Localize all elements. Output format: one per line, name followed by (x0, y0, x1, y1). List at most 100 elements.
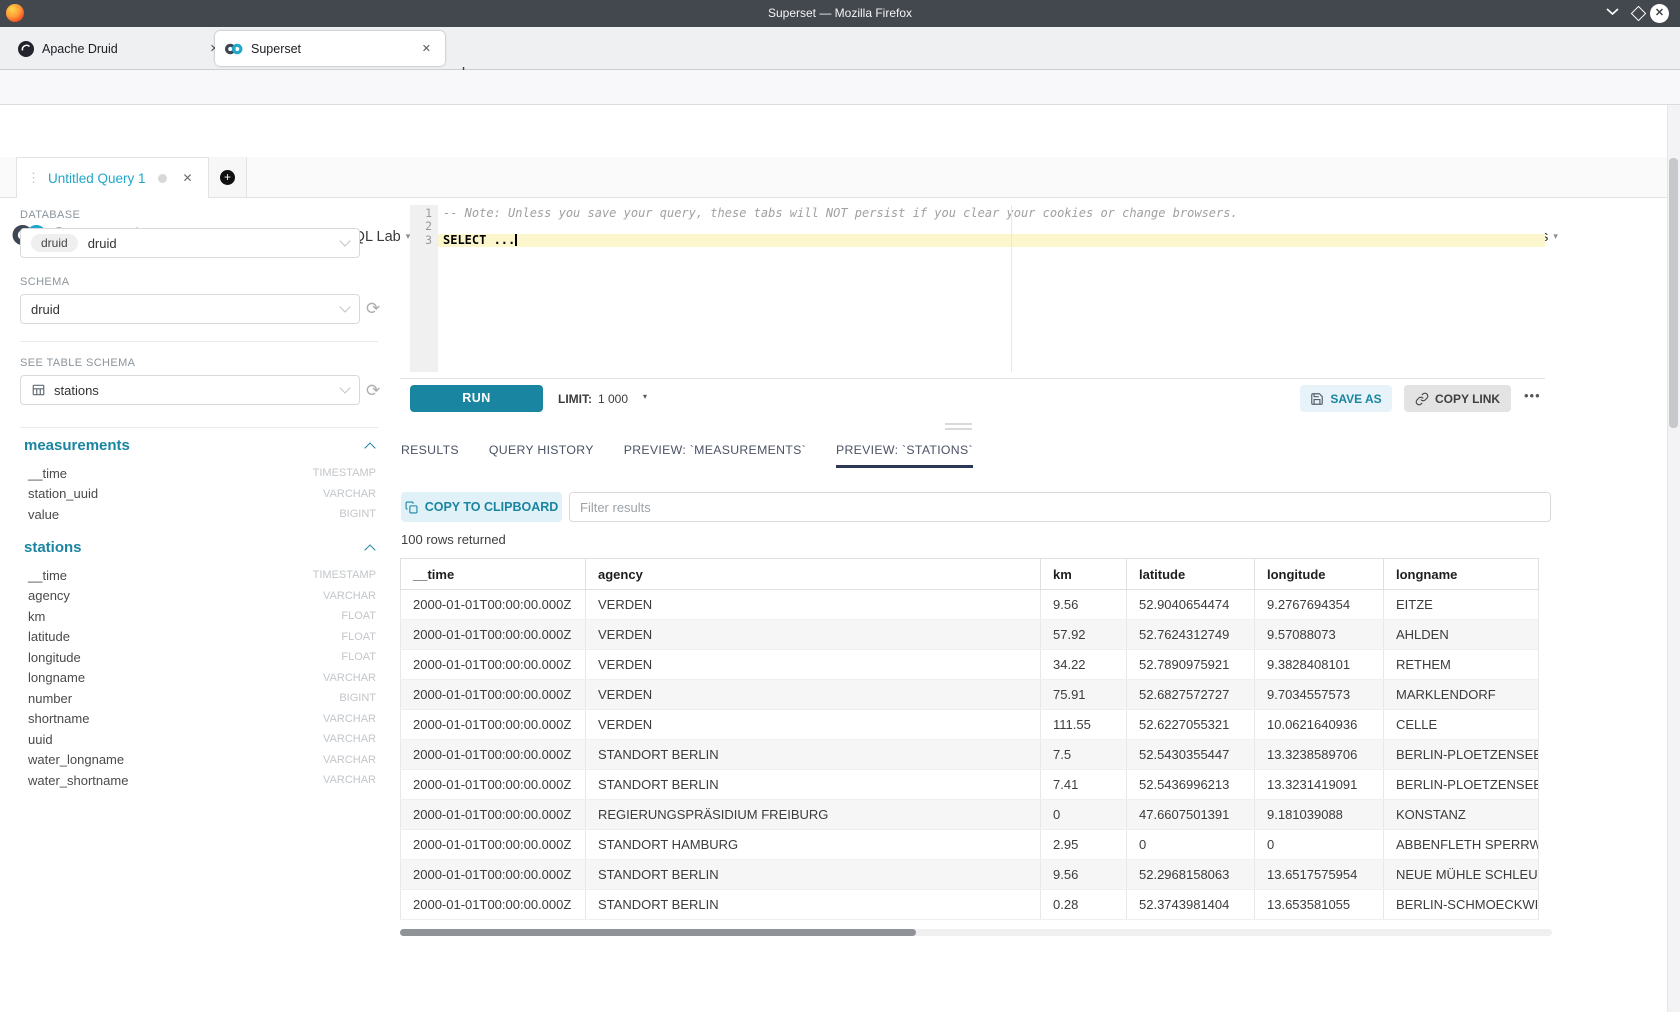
collapse-chevron-icon[interactable] (364, 544, 375, 555)
table-row[interactable]: 2000-01-01T00:00:00.000Z VERDEN 75.91 52… (401, 680, 1539, 710)
column-row: station_uuid VARCHAR (28, 484, 376, 505)
tab-preview-measurements[interactable]: PREVIEW: `MEASUREMENTS` (624, 443, 806, 468)
druid-favicon-icon (18, 41, 34, 57)
cell-longitude: 13.653581055 (1255, 890, 1384, 920)
tab-results[interactable]: RESULTS (401, 443, 459, 468)
table-row[interactable]: 2000-01-01T00:00:00.000Z STANDORT BERLIN… (401, 770, 1539, 800)
column-header[interactable]: longname (1384, 559, 1539, 590)
column-type: VARCHAR (323, 733, 376, 745)
column-name: station_uuid (28, 486, 98, 501)
sidebar-divider (20, 427, 378, 428)
table-row[interactable]: 2000-01-01T00:00:00.000Z VERDEN 9.56 52.… (401, 590, 1539, 620)
query-tab-title[interactable]: Untitled Query 1 (48, 171, 146, 186)
line-number: 1 (410, 207, 438, 220)
cell-time: 2000-01-01T00:00:00.000Z (401, 740, 586, 770)
cell-latitude: 0 (1127, 830, 1255, 860)
query-tab-close-icon[interactable]: ✕ (183, 171, 193, 185)
cell-longname: KONSTANZ (1384, 800, 1539, 830)
table-section-stations[interactable]: stations (24, 539, 82, 556)
table-row[interactable]: 2000-01-01T00:00:00.000Z VERDEN 57.92 52… (401, 620, 1539, 650)
column-type: VARCHAR (323, 672, 376, 684)
save-as-button[interactable]: SAVE AS (1300, 385, 1392, 412)
drag-handle-icon[interactable]: ⋮ (27, 170, 40, 186)
cell-longitude: 13.6517575954 (1255, 860, 1384, 890)
sql-comment-line: -- Note: Unless you save your query, the… (438, 207, 1545, 220)
stations-columns: __time TIMESTAMP agency VARCHAR km FLOAT… (28, 565, 376, 791)
cell-latitude: 52.5436996213 (1127, 770, 1255, 800)
table-row[interactable]: 2000-01-01T00:00:00.000Z REGIERUNGSPRÄSI… (401, 800, 1539, 830)
cell-time: 2000-01-01T00:00:00.000Z (401, 680, 586, 710)
filter-results-input[interactable] (569, 492, 1551, 522)
pane-splitter[interactable] (945, 423, 972, 433)
line-number: 3 (410, 234, 438, 247)
rows-returned-text: 100 rows returned (401, 532, 506, 547)
cell-km: 57.92 (1041, 620, 1127, 650)
cell-km: 7.41 (1041, 770, 1127, 800)
table-row[interactable]: 2000-01-01T00:00:00.000Z STANDORT BERLIN… (401, 890, 1539, 920)
horizontal-scrollbar-thumb[interactable] (400, 929, 916, 936)
copy-link-button[interactable]: COPY LINK (1404, 385, 1511, 412)
column-header[interactable]: agency (586, 559, 1041, 590)
browser-toolbar: ← → 172.18.0.4:32251/superset/sqllab/ ☆ … (0, 70, 1680, 105)
column-type: VARCHAR (323, 754, 376, 766)
query-tabstrip: ⋮ Untitled Query 1 ✕ + (0, 157, 1680, 198)
window-close-icon[interactable]: ✕ (1650, 4, 1669, 23)
run-button[interactable]: RUN (410, 385, 543, 412)
cell-agency: STANDORT BERLIN (586, 890, 1041, 920)
table-section-measurements[interactable]: measurements (24, 437, 130, 454)
refresh-schema-icon[interactable]: ⟳ (366, 300, 380, 317)
column-type: FLOAT (341, 651, 376, 663)
more-options-icon[interactable]: ••• (1524, 388, 1541, 403)
new-query-tab-button[interactable]: + (209, 157, 247, 197)
column-header[interactable]: km (1041, 559, 1127, 590)
column-row: number BIGINT (28, 688, 376, 709)
results-table: __timeagencykmlatitudelongitudelongname … (400, 558, 1539, 920)
copy-to-clipboard-button[interactable]: COPY TO CLIPBOARD (401, 492, 562, 522)
cell-time: 2000-01-01T00:00:00.000Z (401, 860, 586, 890)
browser-tab-superset[interactable]: Superset ✕ (215, 31, 445, 66)
cell-longitude: 9.2767694354 (1255, 590, 1384, 620)
vertical-scrollbar-thumb[interactable] (1669, 158, 1678, 428)
caret-down-icon[interactable]: ▾ (643, 392, 647, 401)
save-icon (1310, 392, 1324, 406)
window-minimize-icon[interactable] (1606, 8, 1619, 16)
refresh-table-icon[interactable]: ⟳ (366, 382, 380, 399)
column-header[interactable]: latitude (1127, 559, 1255, 590)
column-header[interactable]: __time (401, 559, 586, 590)
column-row: water_shortname VARCHAR (28, 770, 376, 791)
tab-preview-stations[interactable]: PREVIEW: `STATIONS` (836, 443, 973, 468)
column-header[interactable]: longitude (1255, 559, 1384, 590)
browser-tab-apache-druid[interactable]: Apache Druid ✕ (8, 31, 233, 66)
cell-longname: EITZE (1384, 590, 1539, 620)
collapse-chevron-icon[interactable] (364, 442, 375, 453)
sql-editor[interactable]: 123 -- Note: Unless you save your query,… (410, 205, 1545, 372)
limit-value[interactable]: 1 000 (598, 392, 628, 406)
query-tab-active[interactable]: ⋮ Untitled Query 1 ✕ (16, 157, 209, 198)
table-row[interactable]: 2000-01-01T00:00:00.000Z STANDORT BERLIN… (401, 860, 1539, 890)
cell-km: 111.55 (1041, 710, 1127, 740)
cell-latitude: 52.2968158063 (1127, 860, 1255, 890)
editor-code[interactable]: -- Note: Unless you save your query, the… (438, 205, 1545, 372)
table-row[interactable]: 2000-01-01T00:00:00.000Z STANDORT BERLIN… (401, 740, 1539, 770)
column-name: latitude (28, 629, 70, 644)
table-row[interactable]: 2000-01-01T00:00:00.000Z VERDEN 111.55 5… (401, 710, 1539, 740)
cell-longitude: 13.3238589706 (1255, 740, 1384, 770)
tab-close-icon[interactable]: ✕ (418, 42, 435, 55)
results-tabbar: RESULTS QUERY HISTORY PREVIEW: `MEASUREM… (401, 443, 973, 468)
limit-label: LIMIT: (558, 392, 592, 406)
column-name: value (28, 507, 59, 522)
table-select[interactable]: stations (20, 375, 360, 405)
table-row[interactable]: 2000-01-01T00:00:00.000Z VERDEN 34.22 52… (401, 650, 1539, 680)
database-select[interactable]: druid druid (20, 228, 360, 258)
window-maximize-icon[interactable] (1633, 8, 1644, 19)
superset-navbar: Superset Dashboards Charts SQL Lab▾ Data… (0, 105, 1680, 157)
column-row: longname VARCHAR (28, 668, 376, 689)
tab-query-history[interactable]: QUERY HISTORY (489, 443, 594, 468)
schema-select[interactable]: druid (20, 294, 360, 324)
column-type: BIGINT (339, 692, 376, 704)
clipboard-icon (405, 501, 418, 514)
column-name: agency (28, 588, 70, 603)
cell-agency: VERDEN (586, 710, 1041, 740)
table-row[interactable]: 2000-01-01T00:00:00.000Z STANDORT HAMBUR… (401, 830, 1539, 860)
cell-agency: VERDEN (586, 620, 1041, 650)
